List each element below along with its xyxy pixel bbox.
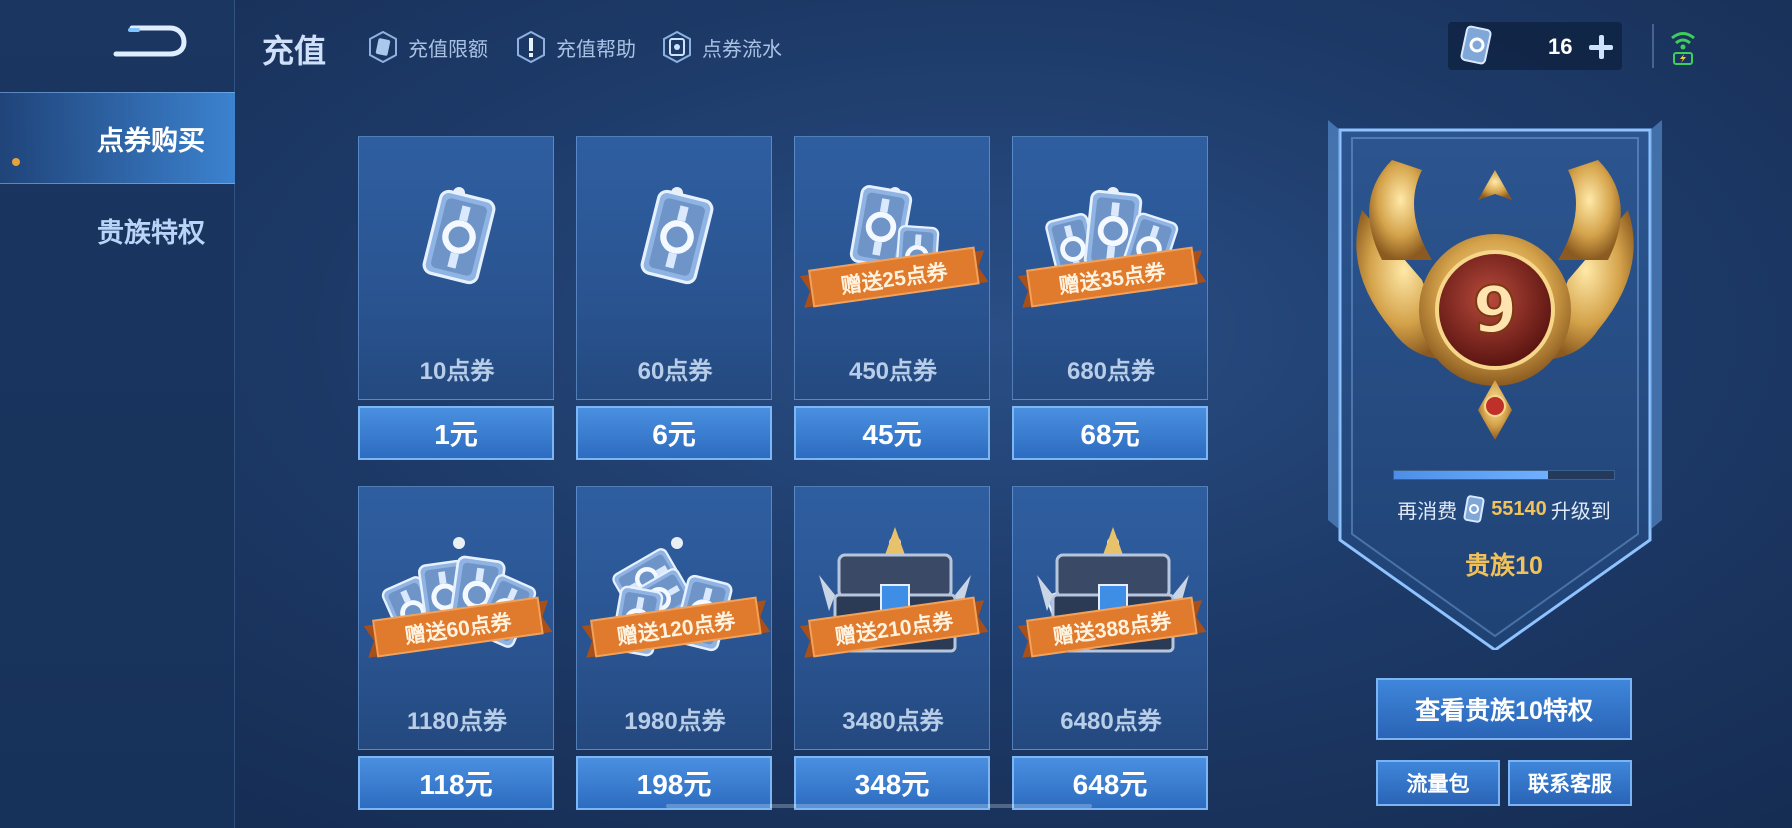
data-pack-button[interactable]: 流量包: [1376, 760, 1500, 806]
coupon-balance-value: 16: [1548, 34, 1573, 59]
customer-service-button[interactable]: 联系客服: [1508, 760, 1632, 806]
noble-level-number: 9: [1473, 274, 1518, 348]
product-amount: 3480点券: [842, 708, 944, 735]
page-title: 充值: [262, 33, 327, 69]
price-button[interactable]: 45元: [794, 406, 990, 460]
price-button[interactable]: 118元: [358, 756, 554, 810]
back-arrow-icon: [113, 25, 187, 57]
product-amount: 10点券: [419, 358, 495, 385]
back-button[interactable]: [112, 22, 190, 62]
next-noble-level: 贵族10: [1465, 552, 1543, 580]
product-card[interactable]: 赠送35点券 680点券: [1012, 136, 1208, 400]
price-button[interactable]: 1元: [358, 406, 554, 460]
price-button[interactable]: 348元: [794, 756, 990, 810]
product-amount: 1980点券: [624, 708, 726, 735]
active-indicator-dot: [12, 158, 20, 166]
coupon-card-icon: [366, 30, 400, 64]
upgrade-prefix: 再消费: [1397, 500, 1458, 523]
upgrade-suffix: 升级到: [1550, 500, 1611, 523]
price-button[interactable]: 198元: [576, 756, 772, 810]
scroll-indicator[interactable]: [666, 804, 1092, 808]
coupon-bundle-icon: [640, 187, 714, 285]
product-amount: 1180点券: [406, 708, 508, 735]
noble-progress-bar: [1393, 470, 1615, 480]
sidebar: 点券购买 贵族特权: [0, 0, 235, 828]
price-button[interactable]: 68元: [1012, 406, 1208, 460]
coupon-log-icon: [660, 30, 694, 64]
coupon-icon: [1460, 25, 1492, 65]
product-card[interactable]: 赠送60点券 1180点券: [358, 486, 554, 750]
coupon-balance: 16: [1448, 22, 1622, 70]
price-button[interactable]: 648元: [1012, 756, 1208, 810]
sidebar-item-buy-coupons[interactable]: 点券购买: [0, 92, 235, 184]
product-card[interactable]: 赠送25点券 450点券: [794, 136, 990, 400]
header-divider: [1652, 24, 1654, 68]
sidebar-item-label: 点券购买: [97, 125, 205, 156]
recharge-limit-link[interactable]: 充值限额: [366, 30, 488, 64]
recharge-help-link[interactable]: 充值帮助: [514, 30, 636, 64]
product-card[interactable]: 60点券: [576, 136, 772, 400]
sidebar-item-noble-privileges[interactable]: 贵族特权: [0, 184, 235, 276]
coupon-log-link[interactable]: 点券流水: [660, 30, 782, 64]
coupon-icon: [1463, 495, 1485, 523]
product-amount: 450点券: [848, 358, 938, 385]
upgrade-remaining: 55140: [1491, 497, 1547, 520]
noble-progress-fill: [1394, 471, 1548, 479]
coupon-log-label: 点券流水: [702, 38, 782, 61]
coupon-bundle-icon: [422, 187, 496, 285]
product-card[interactable]: 赠送120点券 1980点券: [576, 486, 772, 750]
sidebar-item-label: 贵族特权: [97, 217, 205, 248]
exclamation-icon: [514, 30, 548, 64]
product-card[interactable]: 赠送388点券 6480点券: [1012, 486, 1208, 750]
product-amount: 60点券: [637, 358, 713, 385]
wifi-battery-icon: [1671, 32, 1695, 65]
price-button[interactable]: 6元: [576, 406, 772, 460]
product-amount: 6480点券: [1060, 708, 1162, 735]
product-amount: 680点券: [1066, 358, 1156, 385]
add-coupons-button[interactable]: [1586, 32, 1616, 62]
upgrade-info: 再消费 55140 升级到: [1384, 494, 1624, 524]
view-noble-privileges-button[interactable]: 查看贵族10特权: [1376, 678, 1632, 740]
product-card[interactable]: 赠送210点券 3480点券: [794, 486, 990, 750]
recharge-help-label: 充值帮助: [556, 38, 636, 61]
recharge-limit-label: 充值限额: [408, 38, 488, 61]
product-card[interactable]: 10点券: [358, 136, 554, 400]
